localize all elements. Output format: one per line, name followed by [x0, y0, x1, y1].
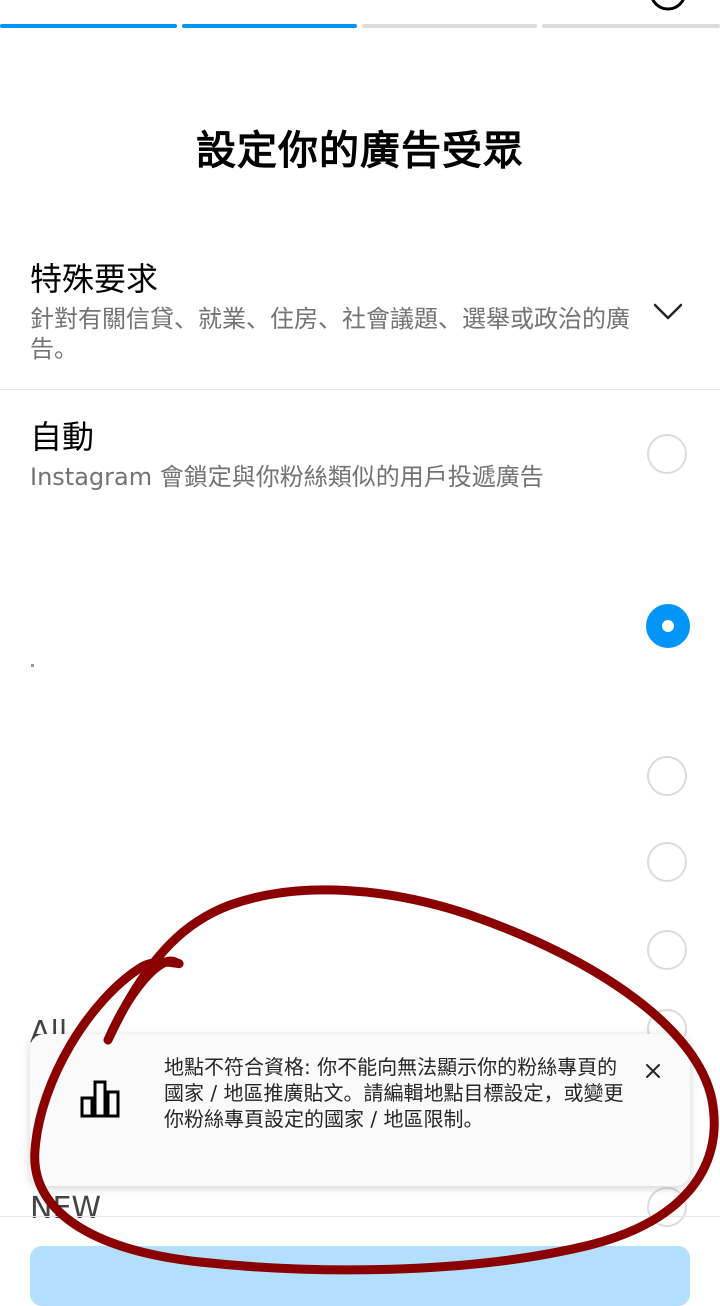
progress-step-2 — [182, 24, 357, 28]
audience-option-automatic[interactable]: 自動 Instagram 會鎖定與你粉絲類似的用戶投遞廣告 — [0, 400, 720, 510]
help-circle-icon — [651, 0, 685, 11]
audience-radio-4[interactable] — [647, 842, 687, 882]
audience-radio-2[interactable] — [646, 604, 690, 648]
audience-option-title: 自動 — [30, 418, 95, 456]
bar-chart-icon — [80, 1080, 120, 1118]
audience-option-2[interactable] — [0, 560, 720, 690]
next-button[interactable] — [30, 1246, 690, 1306]
audience-option-3[interactable] — [0, 740, 720, 820]
toast-close-button[interactable] — [642, 1060, 664, 1082]
progress-step-3 — [362, 24, 537, 28]
divider — [0, 1216, 720, 1217]
special-requirements-description: 針對有關信貸、就業、住房、社會議題、選舉或政治的廣告。 — [30, 305, 630, 363]
page-title: 設定你的廣告受眾 — [196, 128, 524, 174]
audience-option-new[interactable]: NEW — [0, 1185, 720, 1235]
eligibility-toast: 地點不符合資格: 你不能向無法顯示你的粉絲專頁的國家 / 地區推廣貼文。請編輯地… — [30, 1034, 690, 1186]
toast-message: 地點不符合資格: 你不能向無法顯示你的粉絲專頁的國家 / 地區推廣貼文。請編輯地… — [164, 1055, 624, 1131]
special-requirements[interactable]: 特殊要求 針對有關信貸、就業、住房、社會議題、選舉或政治的廣告。 — [0, 250, 720, 380]
audience-option-marker — [31, 664, 34, 667]
divider — [0, 389, 720, 390]
chevron-down-icon — [653, 303, 683, 320]
audience-option-4[interactable] — [0, 826, 720, 906]
help-button[interactable] — [648, 0, 688, 12]
back-button[interactable] — [14, 0, 54, 12]
special-requirements-title: 特殊要求 — [30, 260, 159, 298]
audience-radio-new[interactable] — [647, 1187, 687, 1227]
header-title: ... — [300, 0, 420, 4]
progress-step-4 — [542, 24, 720, 28]
audience-option-5[interactable] — [0, 912, 720, 992]
audience-option-title: NEW — [30, 1191, 102, 1226]
audience-radio-3[interactable] — [647, 756, 687, 796]
audience-radio-automatic[interactable] — [647, 434, 687, 474]
chevron-left-icon — [14, 0, 54, 12]
audience-radio-5[interactable] — [647, 930, 687, 970]
progress-step-1 — [0, 24, 177, 28]
audience-option-description: Instagram 會鎖定與你粉絲類似的用戶投遞廣告 — [30, 463, 544, 491]
close-icon — [646, 1064, 660, 1078]
